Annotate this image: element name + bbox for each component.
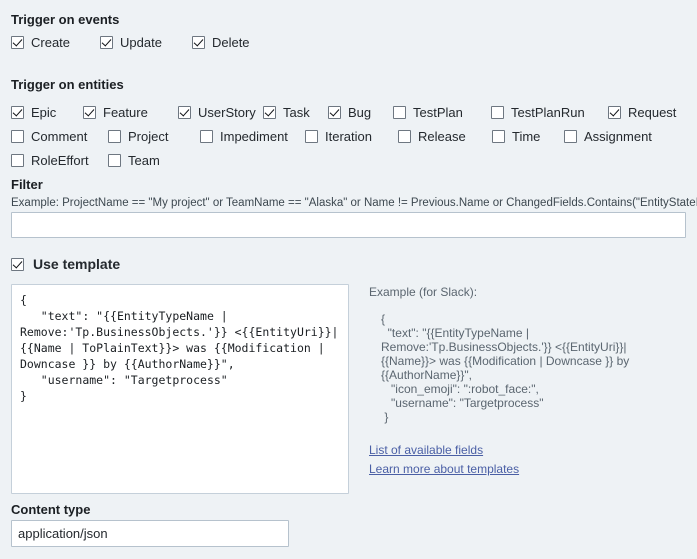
checkbox-label: Iteration: [325, 128, 372, 144]
entity-checkbox-task[interactable]: Task: [263, 105, 328, 120]
trigger-on-entities-checkbox-group: Epic Feature UserStory Task Bug TestPlan TestP…: [11, 100, 686, 172]
checkbox-unchecked-icon[interactable]: [393, 105, 406, 119]
entity-checkbox-epic[interactable]: Epic: [11, 105, 83, 120]
content-type-input[interactable]: [11, 520, 289, 547]
checkbox-unchecked-icon[interactable]: [108, 129, 121, 143]
link-list-of-available-fields[interactable]: List of available fields: [369, 441, 687, 460]
webhook-settings-page: Trigger on events Create Update Delete Tri…: [0, 0, 697, 559]
entity-checkbox-bug[interactable]: Bug: [328, 105, 393, 120]
checkbox-label: TestPlanRun: [511, 104, 585, 120]
checkbox-unchecked-icon[interactable]: [108, 153, 121, 167]
checkbox-checked-icon[interactable]: [11, 258, 24, 271]
checkbox-unchecked-icon[interactable]: [11, 129, 24, 143]
checkbox-label: Task: [283, 104, 310, 120]
checkbox-checked-icon[interactable]: [11, 36, 24, 49]
entities-row-2: Comment Project Impediment Iteration Release…: [11, 124, 686, 148]
template-textarea[interactable]: [11, 284, 349, 494]
entity-checkbox-iteration[interactable]: Iteration: [305, 129, 398, 144]
checkbox-unchecked-icon[interactable]: [398, 129, 411, 143]
entity-checkbox-roleeffort[interactable]: RoleEffort: [11, 153, 108, 168]
entities-row-1: Epic Feature UserStory Task Bug TestPlan TestP…: [11, 100, 686, 124]
trigger-on-entities-title: Trigger on entities: [11, 77, 124, 92]
entity-checkbox-project[interactable]: Project: [108, 129, 200, 144]
event-checkbox-update[interactable]: Update: [100, 35, 162, 50]
filter-input[interactable]: [11, 212, 686, 238]
checkbox-label: Request: [628, 104, 677, 120]
entity-checkbox-time[interactable]: Time: [492, 129, 564, 144]
checkbox-label: Comment: [31, 128, 88, 144]
checkbox-label: Impediment: [220, 128, 288, 144]
event-checkbox-create[interactable]: Create: [11, 35, 70, 50]
checkbox-label: Use template: [33, 256, 121, 272]
content-type-title: Content type: [11, 502, 91, 517]
entity-checkbox-userstory[interactable]: UserStory: [178, 105, 263, 120]
checkbox-label: Project: [128, 128, 169, 144]
entity-checkbox-impediment[interactable]: Impediment: [200, 129, 305, 144]
entity-checkbox-release[interactable]: Release: [398, 129, 492, 144]
checkbox-unchecked-icon[interactable]: [564, 129, 577, 143]
checkbox-label: TestPlan: [413, 104, 463, 120]
link-learn-more-about-templates[interactable]: Learn more about templates: [369, 460, 687, 479]
filter-example-hint: Example: ProjectName == "My project" or …: [11, 197, 697, 209]
checkbox-unchecked-icon[interactable]: [305, 129, 318, 143]
entity-checkbox-assignment[interactable]: Assignment: [564, 129, 652, 144]
checkbox-checked-icon[interactable]: [263, 105, 276, 119]
checkbox-label: Team: [128, 152, 160, 168]
checkbox-label: Release: [418, 128, 466, 144]
trigger-on-events-checkbox-group: Create Update Delete: [11, 35, 250, 50]
checkbox-label: Feature: [103, 104, 148, 120]
example-links: List of available fields Learn more abou…: [369, 441, 687, 479]
example-code-block: { "text": "{{EntityTypeName | Remove:'Tp…: [381, 312, 630, 424]
example-heading: Example (for Slack):: [369, 285, 478, 299]
checkbox-label: Update: [120, 35, 162, 50]
entity-checkbox-testplanrun[interactable]: TestPlanRun: [491, 105, 608, 120]
trigger-on-events-title: Trigger on events: [11, 12, 120, 27]
checkbox-unchecked-icon[interactable]: [492, 129, 505, 143]
use-template-checkbox-use template[interactable]: Use template: [11, 257, 120, 272]
entity-checkbox-comment[interactable]: Comment: [11, 129, 108, 144]
checkbox-checked-icon[interactable]: [178, 105, 191, 119]
checkbox-label: Bug: [348, 104, 372, 120]
checkbox-unchecked-icon[interactable]: [11, 153, 24, 167]
entity-checkbox-team[interactable]: Team: [108, 153, 200, 168]
checkbox-checked-icon[interactable]: [83, 105, 96, 119]
checkbox-unchecked-icon[interactable]: [491, 105, 504, 119]
checkbox-label: Time: [512, 128, 541, 144]
checkbox-label: Assignment: [584, 128, 652, 144]
entity-checkbox-testplan[interactable]: TestPlan: [393, 105, 491, 120]
entities-row-3: RoleEffort Team: [11, 148, 686, 172]
checkbox-label: RoleEffort: [31, 152, 89, 168]
checkbox-label: UserStory: [198, 104, 256, 120]
checkbox-label: Create: [31, 35, 71, 50]
checkbox-label: Delete: [211, 35, 250, 50]
checkbox-unchecked-icon[interactable]: [200, 129, 213, 143]
example-panel: Example (for Slack): { "text": "{{Entity…: [369, 284, 687, 479]
checkbox-checked-icon[interactable]: [100, 36, 114, 49]
event-checkbox-delete[interactable]: Delete: [191, 35, 250, 50]
checkbox-checked-icon[interactable]: [328, 105, 341, 119]
filter-title: Filter: [11, 177, 43, 192]
checkbox-label: Epic: [31, 104, 57, 120]
checkbox-checked-icon[interactable]: [608, 105, 621, 119]
entity-checkbox-feature[interactable]: Feature: [83, 105, 178, 120]
checkbox-checked-icon[interactable]: [191, 36, 205, 49]
checkbox-checked-icon[interactable]: [11, 105, 24, 119]
use-template-checkbox-group: Use template: [11, 257, 120, 272]
entity-checkbox-request[interactable]: Request: [608, 105, 676, 120]
